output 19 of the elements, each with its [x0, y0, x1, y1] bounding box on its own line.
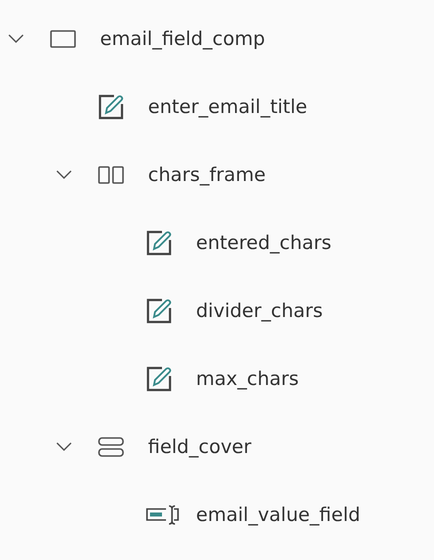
tree-item-label[interactable]: enter_email_title: [148, 96, 308, 118]
tree-item-label[interactable]: email_value_field: [196, 504, 360, 526]
columns-icon: [98, 166, 124, 184]
rectangle-icon: [50, 30, 76, 48]
chevron-icon[interactable]: [8, 34, 24, 44]
tree-item-label[interactable]: entered_chars: [196, 232, 332, 254]
rows-icon: [98, 437, 124, 457]
chevron-icon[interactable]: [56, 170, 72, 180]
tree-item-label[interactable]: email_field_comp: [100, 28, 266, 50]
tree-item-label[interactable]: max_chars: [196, 368, 299, 390]
edit-icon: [146, 230, 172, 256]
edit-icon: [98, 94, 124, 120]
tree-item-label[interactable]: chars_frame: [148, 164, 266, 186]
tree-item-label[interactable]: field_cover: [148, 436, 252, 458]
edit-icon: [146, 366, 172, 392]
tree-item-label[interactable]: divider_chars: [196, 300, 323, 322]
text-input-icon: [146, 505, 180, 525]
chevron-icon[interactable]: [56, 442, 72, 452]
edit-icon: [146, 298, 172, 324]
